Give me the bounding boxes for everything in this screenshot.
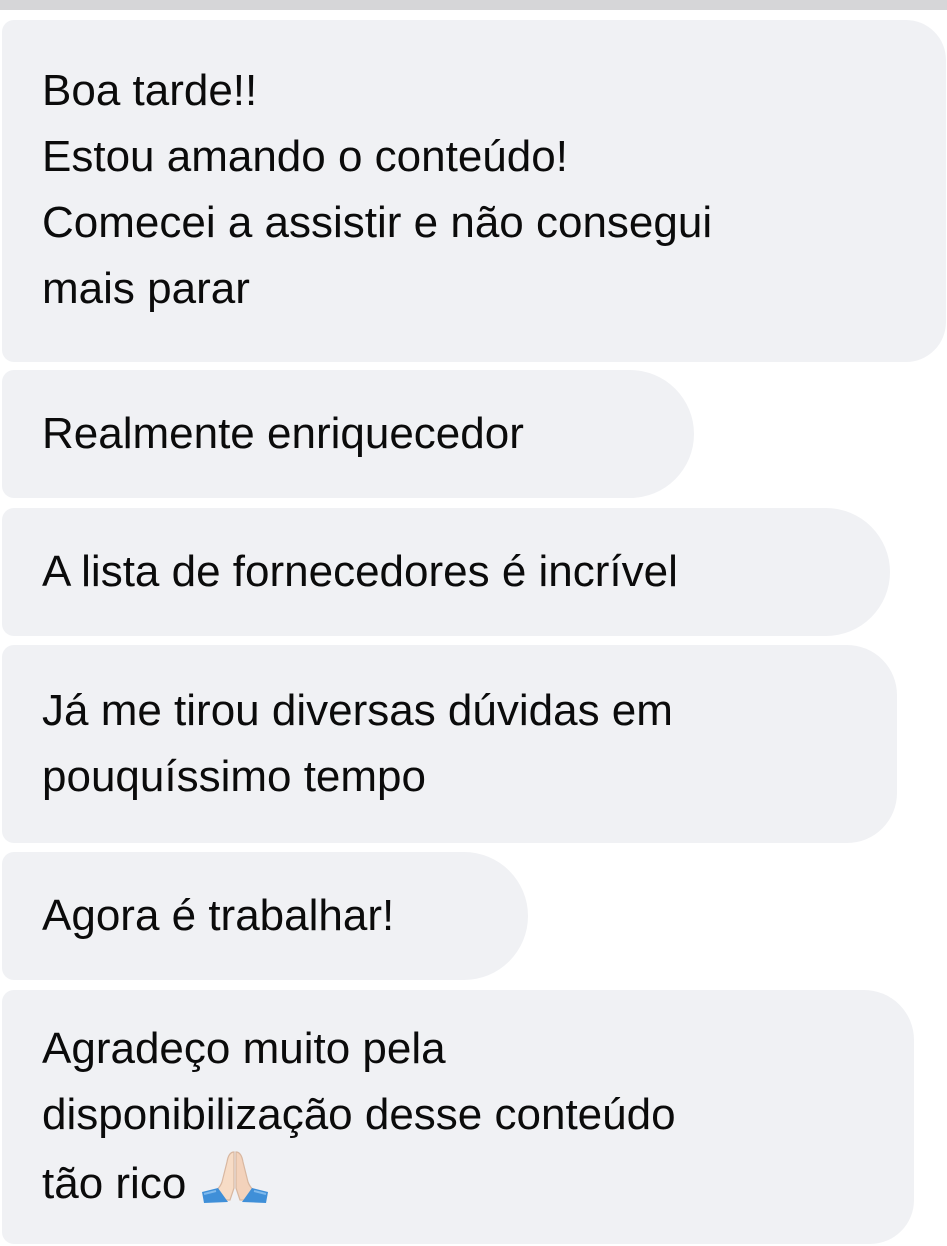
message-text-line: Comecei a assistir e não consegui bbox=[42, 198, 713, 247]
folded-hands-icon bbox=[200, 1148, 270, 1223]
message-text-fragment: tão rico bbox=[42, 1159, 187, 1208]
message-text-line: Estou amando o conteúdo! bbox=[42, 132, 568, 181]
message-text-line: Já me tirou diversas dúvidas em bbox=[42, 686, 673, 735]
message-text-line: pouquíssimo tempo bbox=[42, 752, 426, 801]
message-bubble[interactable]: A lista de fornecedores é incrível bbox=[2, 508, 890, 636]
message-bubble[interactable]: Agora é trabalhar! bbox=[2, 852, 528, 980]
message-bubble[interactable]: Já me tirou diversas dúvidas em pouquíss… bbox=[2, 645, 897, 843]
message-text-line: Agora é trabalhar! bbox=[42, 891, 395, 940]
top-divider bbox=[0, 0, 947, 10]
message-text-line: Boa tarde!! bbox=[42, 66, 258, 115]
message-text-line: mais parar bbox=[42, 264, 250, 313]
message-text-line: Agradeço muito pela bbox=[42, 1024, 446, 1073]
message-bubble[interactable]: Boa tarde!! Estou amando o conteúdo! Com… bbox=[2, 20, 946, 362]
message-text-line: tão rico bbox=[42, 1148, 914, 1223]
message-text-line: A lista de fornecedores é incrível bbox=[42, 547, 678, 596]
message-text-line: disponibilização desse conteúdo bbox=[42, 1090, 676, 1139]
message-bubble[interactable]: Agradeço muito pela disponibilização des… bbox=[2, 990, 914, 1244]
message-bubble[interactable]: Realmente enriquecedor bbox=[2, 370, 694, 498]
message-text-line: Realmente enriquecedor bbox=[42, 409, 524, 458]
